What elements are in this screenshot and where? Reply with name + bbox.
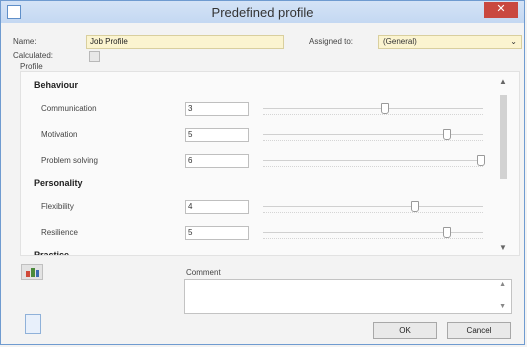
profile-scrollbar[interactable]: ▲ ▼	[495, 71, 511, 254]
assigned-to-label: Assigned to:	[309, 37, 354, 46]
name-label: Name:	[13, 37, 37, 46]
scroll-down-icon[interactable]: ▼	[499, 243, 507, 252]
criterion-slider-thumb[interactable]	[442, 227, 451, 238]
assigned-to-value: (General)	[383, 37, 417, 46]
comment-textarea[interactable]	[184, 279, 512, 314]
window-title: Predefined profile	[211, 5, 314, 20]
chevron-down-icon: ⌄	[510, 37, 517, 46]
criterion-slider-track[interactable]	[263, 160, 483, 161]
criterion-slider-thumb[interactable]	[410, 201, 419, 212]
section-title: Behaviour	[34, 80, 79, 90]
calculated-checkbox[interactable]	[89, 51, 100, 62]
criterion-slider-thumb[interactable]	[442, 129, 451, 140]
criterion-value-input[interactable]: 5	[185, 128, 249, 142]
slider-ticks	[263, 212, 483, 214]
criterion-slider-thumb[interactable]	[380, 103, 389, 114]
criterion-label: Problem solving	[41, 156, 98, 165]
chart-icon-graphic	[26, 268, 39, 277]
criterion-label: Flexibility	[41, 202, 74, 211]
profile-panel: Behaviour Communication 3 Motivation 5 Proble…	[20, 71, 520, 256]
criterion-value-input[interactable]: 5	[185, 226, 249, 240]
assigned-to-select[interactable]: (General) ⌄	[378, 35, 522, 49]
comment-label: Comment	[186, 268, 221, 277]
chart-icon[interactable]	[21, 264, 43, 280]
criterion-slider-thumb[interactable]	[477, 155, 485, 166]
criterion-label: Communication	[41, 104, 97, 113]
scroll-thumb[interactable]	[500, 95, 507, 179]
scroll-up-icon[interactable]: ▲	[499, 77, 507, 86]
criterion-slider-track[interactable]	[263, 108, 483, 109]
document-icon[interactable]	[25, 314, 41, 334]
slider-ticks	[263, 140, 483, 142]
calculated-label: Calculated:	[13, 51, 54, 60]
criterion-label: Motivation	[41, 130, 78, 139]
slider-ticks	[263, 166, 483, 168]
predefined-profile-dialog: Predefined profile ✕ Name: Job Profile A…	[0, 0, 525, 345]
name-input[interactable]: Job Profile	[86, 35, 284, 49]
cancel-button[interactable]: Cancel	[447, 322, 511, 339]
close-button[interactable]: ✕	[484, 2, 518, 18]
criterion-value-input[interactable]: 6	[185, 154, 249, 168]
section-title: Practice	[34, 250, 70, 256]
section-title: Personality	[34, 178, 83, 188]
slider-ticks	[263, 114, 483, 116]
slider-ticks	[263, 238, 483, 240]
profile-label: Profile	[20, 62, 43, 71]
ok-button[interactable]: OK	[373, 322, 437, 339]
title-bar: Predefined profile ✕	[1, 1, 524, 23]
criterion-slider-track[interactable]	[263, 206, 483, 207]
criterion-label: Resilience	[41, 228, 78, 237]
criterion-value-input[interactable]: 3	[185, 102, 249, 116]
criterion-value-input[interactable]: 4	[185, 200, 249, 214]
